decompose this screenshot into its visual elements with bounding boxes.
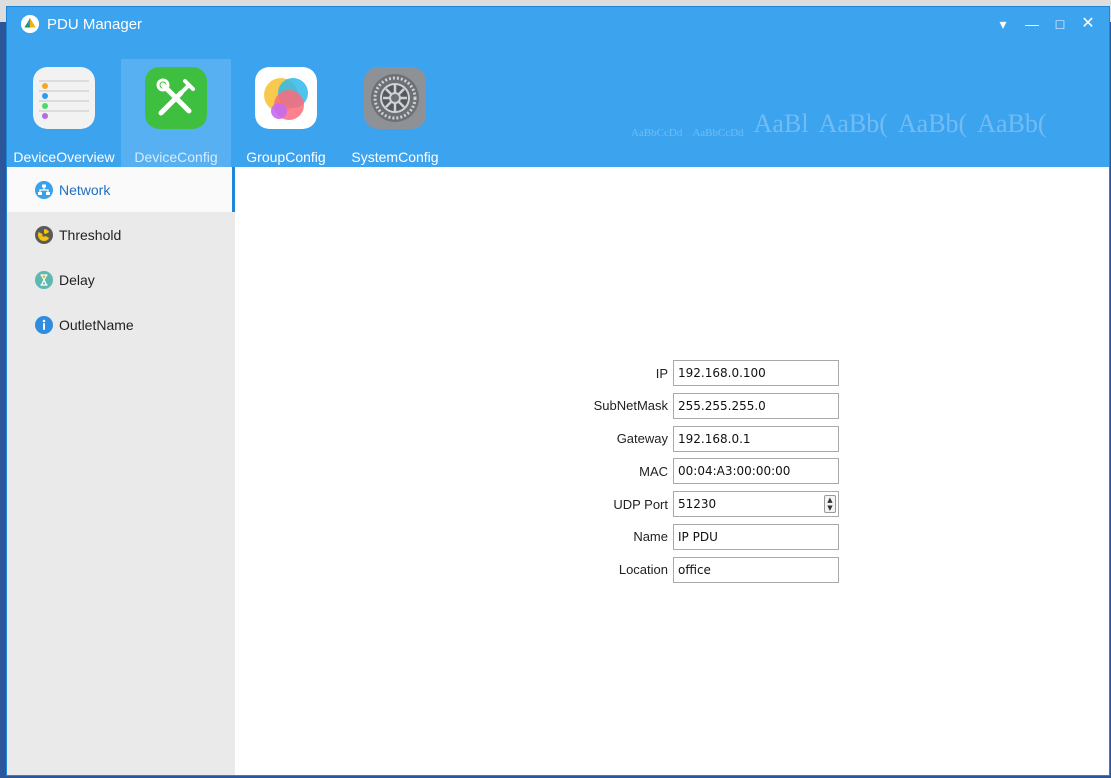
tool-group-config[interactable]: GroupConfig	[231, 59, 341, 167]
main-toolbar: DeviceOverview DeviceConfig GroupConfig …	[7, 59, 449, 167]
gateway-field[interactable]: 192.168.0.1	[673, 425, 839, 452]
sidebar-item-outletname[interactable]: OutletName	[7, 302, 235, 347]
sidebar-item-delay[interactable]: Delay	[7, 257, 235, 302]
app-logo-icon	[21, 15, 39, 33]
info-icon	[35, 315, 53, 334]
tool-label: GroupConfig	[246, 149, 326, 165]
radiation-icon	[35, 225, 53, 244]
sidebar-item-label: Threshold	[59, 226, 122, 243]
gateway-row: Gateway 192.168.0.1	[565, 425, 839, 452]
tool-label: DeviceConfig	[134, 149, 218, 165]
location-row: Location office	[565, 556, 839, 583]
gear-icon	[364, 67, 426, 129]
tools-icon	[145, 67, 207, 129]
pdu-manager-window: AaBbCcDd AaBbCcDd AaBl AaBb(AaBb(AaBb( PDU …	[6, 6, 1110, 776]
tool-label: SystemConfig	[351, 149, 439, 165]
spin-up-arrow-icon[interactable]: ▲	[825, 496, 835, 504]
udp-port-row: UDP Port 51230 ▲ ▼	[565, 491, 839, 518]
location-field[interactable]: office	[673, 556, 839, 583]
tool-device-overview[interactable]: DeviceOverview	[7, 59, 121, 167]
tool-device-config[interactable]: DeviceConfig	[121, 59, 231, 167]
network-icon	[35, 180, 53, 199]
maximize-button[interactable]: □	[1049, 15, 1071, 33]
tool-system-config[interactable]: SystemConfig	[341, 59, 449, 167]
title-bar[interactable]: PDU Manager ▾ — □ ✕	[7, 7, 1109, 41]
close-button[interactable]: ✕	[1077, 15, 1099, 33]
udp-port-label: UDP Port	[613, 496, 668, 512]
gateway-label: Gateway	[616, 431, 668, 447]
spin-down-arrow-icon[interactable]: ▼	[825, 504, 835, 512]
list-icon	[33, 67, 95, 129]
name-label: Name	[633, 529, 668, 545]
ip-label: IP	[655, 365, 668, 381]
name-row: Name IP PDU	[565, 523, 839, 550]
circles-icon	[255, 67, 317, 129]
sidebar-item-network[interactable]: Network	[7, 167, 235, 212]
subnet-row: SubNetMask 255.255.255.0	[565, 392, 839, 419]
menu-dropdown-button[interactable]: ▾	[992, 15, 1014, 33]
sidebar: Network Threshold Delay OutletName	[7, 167, 235, 775]
network-form: IP 192.168.0.100 SubNetMask 255.255.255.…	[565, 360, 839, 590]
mac-label: MAC	[639, 463, 668, 479]
spin-buttons: ▲ ▼	[824, 495, 836, 514]
name-field[interactable]: IP PDU	[673, 523, 839, 550]
udp-port-spinbox[interactable]: 51230 ▲ ▼	[673, 491, 839, 518]
network-settings-panel: IP 192.168.0.100 SubNetMask 255.255.255.…	[235, 167, 1109, 775]
header: AaBbCcDd AaBbCcDd AaBl AaBb(AaBb(AaBb( PDU …	[7, 7, 1109, 167]
mac-field[interactable]: 00:04:A3:00:00:00	[673, 458, 839, 485]
mac-row: MAC 00:04:A3:00:00:00	[565, 458, 839, 485]
sidebar-item-label: OutletName	[59, 316, 134, 333]
ip-field[interactable]: 192.168.0.100	[673, 360, 839, 386]
ip-row: IP 192.168.0.100	[565, 360, 839, 386]
subnet-label: SubNetMask	[593, 398, 668, 414]
location-label: Location	[618, 562, 668, 578]
background-ribbon-ghost: AaBbCcDd AaBbCcDd AaBl AaBb(AaBb(AaBb(	[631, 109, 1047, 139]
sidebar-item-threshold[interactable]: Threshold	[7, 212, 235, 257]
udp-port-value: 51230	[678, 497, 717, 512]
sidebar-item-label: Delay	[59, 271, 95, 288]
window-title: PDU Manager	[47, 16, 143, 33]
sidebar-item-label: Network	[59, 181, 111, 198]
minimize-button[interactable]: —	[1021, 15, 1043, 33]
hourglass-icon	[35, 270, 53, 289]
tool-label: DeviceOverview	[13, 149, 115, 165]
subnet-mask-field[interactable]: 255.255.255.0	[673, 392, 839, 419]
